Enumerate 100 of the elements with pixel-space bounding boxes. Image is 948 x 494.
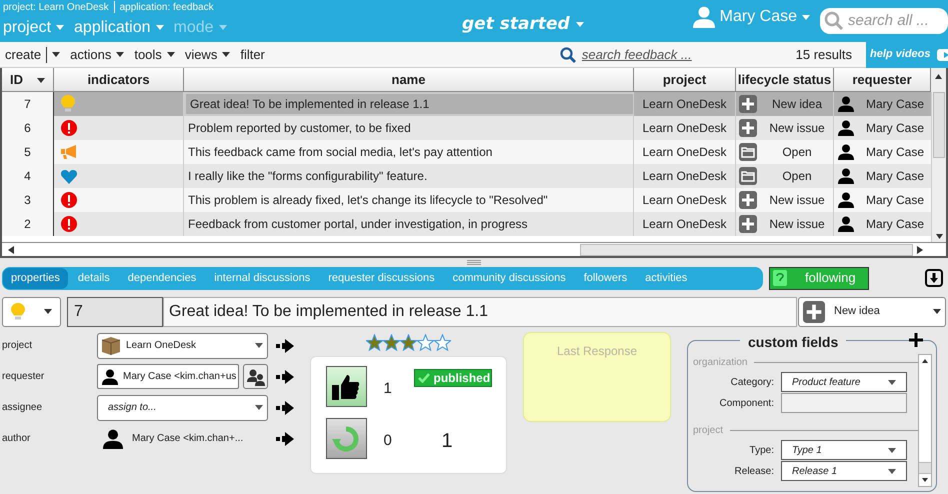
exclamation-icon xyxy=(61,120,77,136)
dropdown-field[interactable]: Product feature xyxy=(781,372,907,392)
download-icon xyxy=(925,269,943,287)
plus-icon xyxy=(739,191,757,209)
dropdown-field[interactable]: Learn OneDesk xyxy=(97,332,268,358)
go-button[interactable] xyxy=(276,432,294,446)
person-icon xyxy=(838,144,854,160)
status-text: New issue xyxy=(768,192,826,209)
table-row[interactable]: 2 Feedback from customer portal, under investigation, in progress Learn OneDesk New issue Mary Case xyxy=(2,212,931,236)
plus-icon xyxy=(739,95,757,113)
caret-icon xyxy=(222,52,230,57)
person-icon xyxy=(838,168,854,184)
arrow-icon xyxy=(276,370,294,384)
scrollbar-thumb[interactable] xyxy=(919,462,931,474)
people-icon xyxy=(246,368,264,386)
dropdown-field[interactable]: Type 1 xyxy=(781,440,907,460)
id-cell: 6 xyxy=(2,116,54,140)
exclamation-icon xyxy=(61,192,77,208)
toolbar-menu[interactable]: actions xyxy=(70,44,124,64)
total-count: 1 xyxy=(440,429,454,454)
redo-button[interactable] xyxy=(326,418,366,459)
folder-icon xyxy=(739,143,757,161)
redo-icon xyxy=(332,424,360,452)
field-label: Category: xyxy=(730,376,775,390)
id-cell: 4 xyxy=(2,164,54,188)
filled-star-icon xyxy=(400,334,416,350)
plus-icon xyxy=(739,119,757,137)
field-label: assignee xyxy=(2,401,44,415)
id-field[interactable]: 7 xyxy=(67,296,163,326)
title-field[interactable]: Great idea! To be implemented in release 1.1 xyxy=(163,296,797,326)
people-button[interactable] xyxy=(243,364,268,389)
requester-name: Mary Case xyxy=(866,192,924,209)
toolbar-menu[interactable]: views xyxy=(184,44,230,64)
exclamation-icon xyxy=(61,216,77,232)
toolbar-menu[interactable]: filter xyxy=(240,44,265,64)
arrow-icon xyxy=(276,400,294,414)
requester-field[interactable]: Mary Case <kim.chan+us xyxy=(97,364,239,389)
section-label: project xyxy=(693,424,724,438)
table-row[interactable]: 5 This feedback came from social media, let's pay attention Learn OneDesk Open Mary Case xyxy=(2,140,931,164)
dropdown-field[interactable]: assign to... xyxy=(97,394,268,420)
published-badge: published xyxy=(414,369,492,387)
megaphone-icon xyxy=(61,144,77,160)
thumbs-up-button[interactable] xyxy=(326,366,366,407)
field-label: Component: xyxy=(718,396,775,410)
table-row[interactable]: 6 Problem reported by customer, to be fixed Learn OneDesk New issue Mary Case xyxy=(2,116,931,140)
id-cell: 2 xyxy=(2,212,54,236)
vote-count: 1 xyxy=(384,378,393,399)
status-text: New issue xyxy=(768,216,826,233)
requester-name: Mary Case xyxy=(866,144,924,161)
table-row[interactable]: 3 This problem is already fixed, let's change its lifecycle to "Resolved" Learn OneDesk New issue Mary Case xyxy=(2,188,931,212)
scrollbar-thumb[interactable] xyxy=(933,92,945,158)
column-header[interactable]: name xyxy=(184,68,634,92)
caret-icon xyxy=(802,14,810,20)
caret-icon xyxy=(56,25,64,30)
person-icon xyxy=(838,216,854,232)
table-cell: Feedback from customer portal, under investigation, in progress xyxy=(184,212,634,236)
requester-name: Mary Case xyxy=(866,216,924,233)
lightbulb-icon xyxy=(11,302,25,320)
field-label: author xyxy=(2,432,32,446)
caret-icon xyxy=(44,309,52,314)
dropdown-field[interactable]: Release 1 xyxy=(781,461,907,481)
tab[interactable]: properties xyxy=(3,268,68,288)
status-dropdown[interactable]: New idea xyxy=(798,296,946,326)
table-row[interactable]: 7 Great idea! To be implemented in release 1.1 Learn OneDesk New idea Mary Case xyxy=(2,92,931,116)
caret-icon xyxy=(888,468,896,474)
person-icon xyxy=(692,6,715,28)
plus-icon xyxy=(803,300,825,322)
caret-icon xyxy=(933,309,941,314)
feedback-search-field[interactable]: search feedback ... xyxy=(560,44,692,64)
section-label: organization xyxy=(693,356,748,370)
arrow-icon xyxy=(276,432,294,446)
person-icon xyxy=(102,428,124,448)
toolbar-menu[interactable]: tools xyxy=(134,44,175,64)
go-button[interactable] xyxy=(276,400,294,414)
go-button[interactable] xyxy=(276,338,294,352)
vote-count: 0 xyxy=(384,430,393,451)
go-button[interactable] xyxy=(276,370,294,384)
results-count: 15 results xyxy=(796,46,852,64)
indicator-dropdown[interactable] xyxy=(2,296,61,326)
checkmark-icon xyxy=(418,373,430,383)
requester-name: Mary Case xyxy=(866,168,924,185)
table-cell: Great idea! To be implemented in release 1.1 xyxy=(184,92,634,116)
thumbs-up-icon xyxy=(332,372,360,400)
caret-icon xyxy=(255,405,263,410)
field-label: Release: xyxy=(734,464,775,478)
heart-icon xyxy=(61,168,77,184)
caret-icon xyxy=(166,52,175,57)
box-icon xyxy=(102,336,120,354)
person-icon xyxy=(838,192,854,208)
author-name: Mary Case <kim.chan+... xyxy=(132,432,244,446)
scrollbar-thumb[interactable] xyxy=(580,244,913,256)
person-icon xyxy=(102,368,118,384)
download-button[interactable] xyxy=(925,269,943,287)
text-field[interactable] xyxy=(781,393,907,413)
person-icon xyxy=(838,120,854,136)
table-row[interactable]: 4 I really like the "forms configurability" feature. Learn OneDesk Open Mary Case xyxy=(2,164,931,188)
caret-icon xyxy=(156,25,164,30)
status-text: Open xyxy=(781,168,813,185)
toolbar-menu[interactable]: create xyxy=(5,44,60,64)
filled-star-icon xyxy=(382,334,400,350)
